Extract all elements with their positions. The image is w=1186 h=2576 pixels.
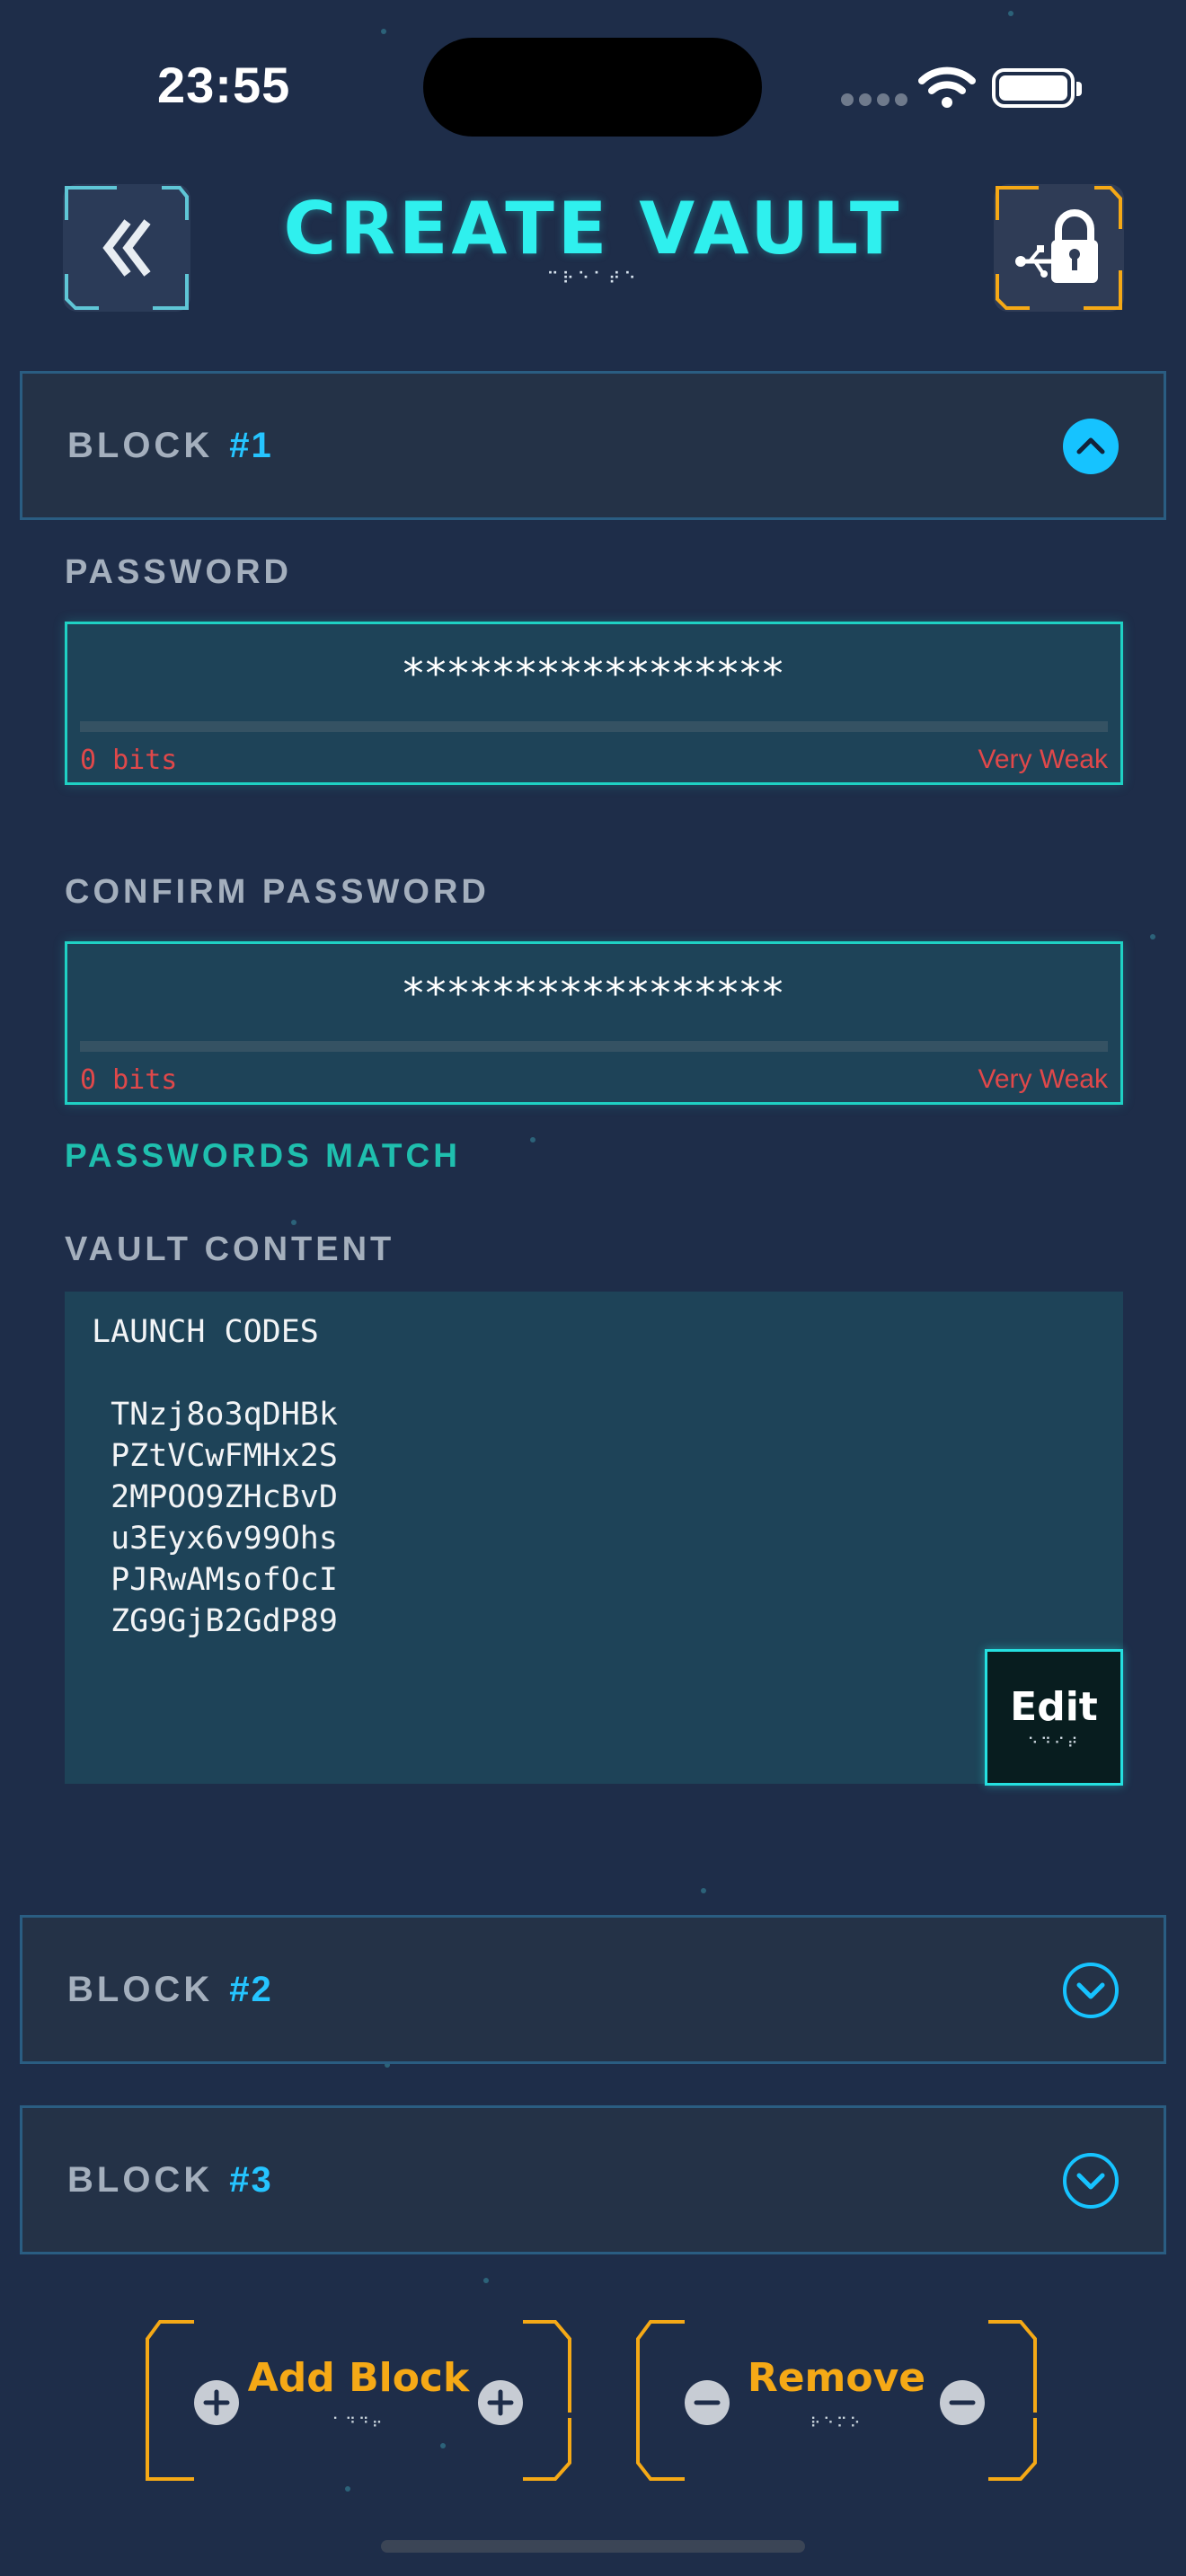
block-2-label: BLOCK #2 bbox=[67, 1970, 273, 2009]
password-strength-bar bbox=[80, 721, 1108, 732]
chevron-up-icon bbox=[1076, 437, 1105, 454]
chevron-down-icon bbox=[1076, 1982, 1105, 1999]
edit-button-label: Edit bbox=[1010, 1684, 1098, 1730]
double-chevron-left-icon bbox=[102, 219, 151, 277]
star-decoration bbox=[1008, 11, 1013, 16]
chevron-down-icon bbox=[1076, 2173, 1105, 2190]
block-2-header[interactable]: BLOCK #2 bbox=[20, 1915, 1166, 2064]
password-bits: 0 bits bbox=[80, 745, 178, 776]
back-button[interactable] bbox=[63, 184, 190, 312]
block-3-header[interactable]: BLOCK #3 bbox=[20, 2105, 1166, 2254]
star-decoration bbox=[291, 1220, 296, 1225]
block-1-number: #1 bbox=[229, 426, 273, 465]
remove-block-button[interactable]: Remove ⠗⠑⠍⠕ bbox=[633, 2319, 1040, 2483]
battery-icon bbox=[992, 68, 1082, 108]
block-2-number: #2 bbox=[229, 1970, 273, 2009]
page-title: CREATE VAULT bbox=[283, 187, 903, 270]
star-decoration bbox=[483, 2278, 489, 2283]
plus-icon bbox=[478, 2380, 523, 2425]
password-strength: Very Weak bbox=[978, 745, 1108, 774]
password-label: PASSWORD bbox=[65, 553, 292, 591]
confirm-password-bits: 0 bits bbox=[80, 1064, 178, 1096]
signal-dot bbox=[895, 93, 907, 106]
confirm-password-value: ***************** bbox=[403, 969, 785, 1018]
expand-block-3-button[interactable] bbox=[1063, 2153, 1119, 2209]
page-title-braille: ⠉⠗⠑⠁⠞⠑ bbox=[546, 269, 640, 288]
confirm-password-strength: Very Weak bbox=[978, 1064, 1108, 1094]
edit-button-braille: ⠑⠙⠊⠞ bbox=[1027, 1734, 1081, 1751]
star-decoration bbox=[1150, 934, 1155, 940]
passwords-match-status: PASSWORDS MATCH bbox=[65, 1137, 461, 1174]
add-block-button[interactable]: Add Block ⠁⠙⠙⠖ bbox=[142, 2319, 575, 2483]
collapse-block-1-button[interactable] bbox=[1063, 419, 1119, 474]
home-indicator[interactable] bbox=[381, 2540, 805, 2553]
block-3-number: #3 bbox=[229, 2160, 273, 2200]
block-3-label: BLOCK #3 bbox=[67, 2160, 273, 2200]
signal-dot bbox=[859, 93, 872, 106]
vault-content-area[interactable]: LAUNCH CODES TNzj8o3qDHBk PZtVCwFMHx2S 2… bbox=[65, 1292, 1123, 1784]
confirm-password-strength-bar bbox=[80, 1041, 1108, 1052]
vault-content-text: LAUNCH CODES TNzj8o3qDHBk PZtVCwFMHx2S 2… bbox=[92, 1314, 338, 1639]
usb-lock-button[interactable] bbox=[994, 184, 1124, 312]
signal-dot bbox=[841, 93, 854, 106]
password-field[interactable]: ***************** 0 bits Very Weak bbox=[65, 622, 1123, 785]
confirm-password-label: CONFIRM PASSWORD bbox=[65, 873, 490, 911]
block-1-label: BLOCK #1 bbox=[67, 426, 273, 465]
confirm-password-field[interactable]: ***************** 0 bits Very Weak bbox=[65, 941, 1123, 1105]
star-decoration bbox=[381, 29, 386, 34]
star-decoration bbox=[701, 1888, 706, 1893]
minus-icon bbox=[940, 2380, 985, 2425]
signal-dot bbox=[877, 93, 890, 106]
vault-content-label: VAULT CONTENT bbox=[65, 1231, 395, 1268]
password-value: ***************** bbox=[403, 649, 785, 698]
expand-block-2-button[interactable] bbox=[1063, 1963, 1119, 2018]
star-decoration bbox=[530, 1137, 535, 1142]
usb-lock-icon bbox=[1015, 209, 1098, 283]
wifi-icon bbox=[918, 66, 976, 108]
dynamic-island bbox=[423, 38, 762, 137]
status-time: 23:55 bbox=[157, 57, 291, 113]
edit-button[interactable]: Edit ⠑⠙⠊⠞ bbox=[985, 1649, 1123, 1786]
block-1-header[interactable]: BLOCK #1 bbox=[20, 371, 1166, 520]
star-decoration bbox=[345, 2486, 350, 2492]
